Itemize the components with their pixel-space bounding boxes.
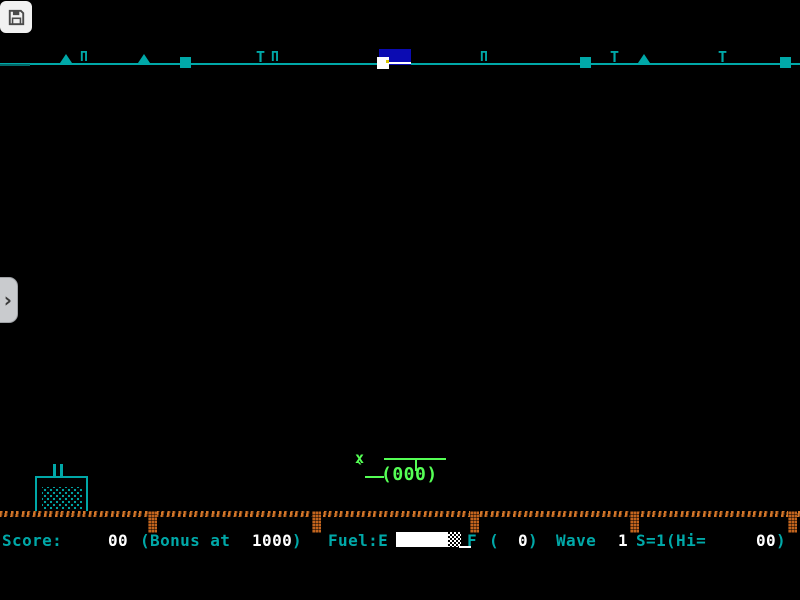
tree-icon <box>138 54 150 63</box>
block-icon <box>180 57 191 68</box>
fuel-full-label: F <box>467 531 477 550</box>
ground-post <box>148 511 157 533</box>
landing-pad-icon <box>377 57 389 69</box>
wave-label: Wave <box>556 531 596 550</box>
block-icon <box>580 57 591 68</box>
gate-icon: Π <box>271 50 279 65</box>
score-value: 00 <box>108 531 128 550</box>
tree-icon <box>60 54 72 63</box>
heli-hook: ` <box>355 460 365 480</box>
floppy-icon <box>7 8 26 27</box>
chimney-left <box>53 464 56 477</box>
heli-body: (000) <box>381 466 438 484</box>
ground-post <box>630 511 639 533</box>
ships-label: S=1 <box>636 531 666 550</box>
bonus-label: (Bonus at <box>140 531 230 550</box>
wave-value: 1 <box>618 531 628 550</box>
fuel-gauge-partial <box>448 532 461 547</box>
player-marker-dot <box>386 60 389 63</box>
hiscore-label: (Hi= <box>666 531 706 550</box>
radar-line-left <box>0 64 30 66</box>
bonus-value: 1000 <box>252 531 292 550</box>
chevron-right-icon: › <box>4 288 12 312</box>
ground-post <box>788 511 797 533</box>
ground-post <box>470 511 479 533</box>
fuel-open-paren: ( <box>489 531 499 550</box>
tee-icon: T <box>718 48 727 66</box>
hiscore-value: 00 <box>756 531 776 550</box>
base-ground-line <box>389 62 411 64</box>
hiscore-close-paren: ) <box>776 531 786 550</box>
fuel-label: Fuel:E <box>328 531 388 550</box>
tee-icon: T <box>610 48 619 66</box>
depot-dot-fill <box>42 487 82 510</box>
bonus-close-paren: ) <box>292 531 302 550</box>
tree-icon <box>638 54 650 63</box>
fuel-gauge-fill <box>396 532 448 547</box>
score-label: Score: <box>2 531 62 550</box>
ground <box>0 511 800 517</box>
fuel-close-paren: ) <box>528 531 538 550</box>
game-screen: ΠTΠΠTT x ` (000) Score: 00 (Bonus at 100… <box>0 0 800 600</box>
gate-icon: Π <box>80 50 88 65</box>
sidebar-toggle-button[interactable]: › <box>0 277 18 323</box>
chimney-right <box>60 464 63 477</box>
ground-post <box>312 511 321 533</box>
fuel-value: 0 <box>518 531 528 550</box>
gate-icon: Π <box>480 50 488 65</box>
save-button[interactable] <box>0 1 32 33</box>
block-icon <box>780 57 791 68</box>
tee-icon: T <box>256 48 265 66</box>
